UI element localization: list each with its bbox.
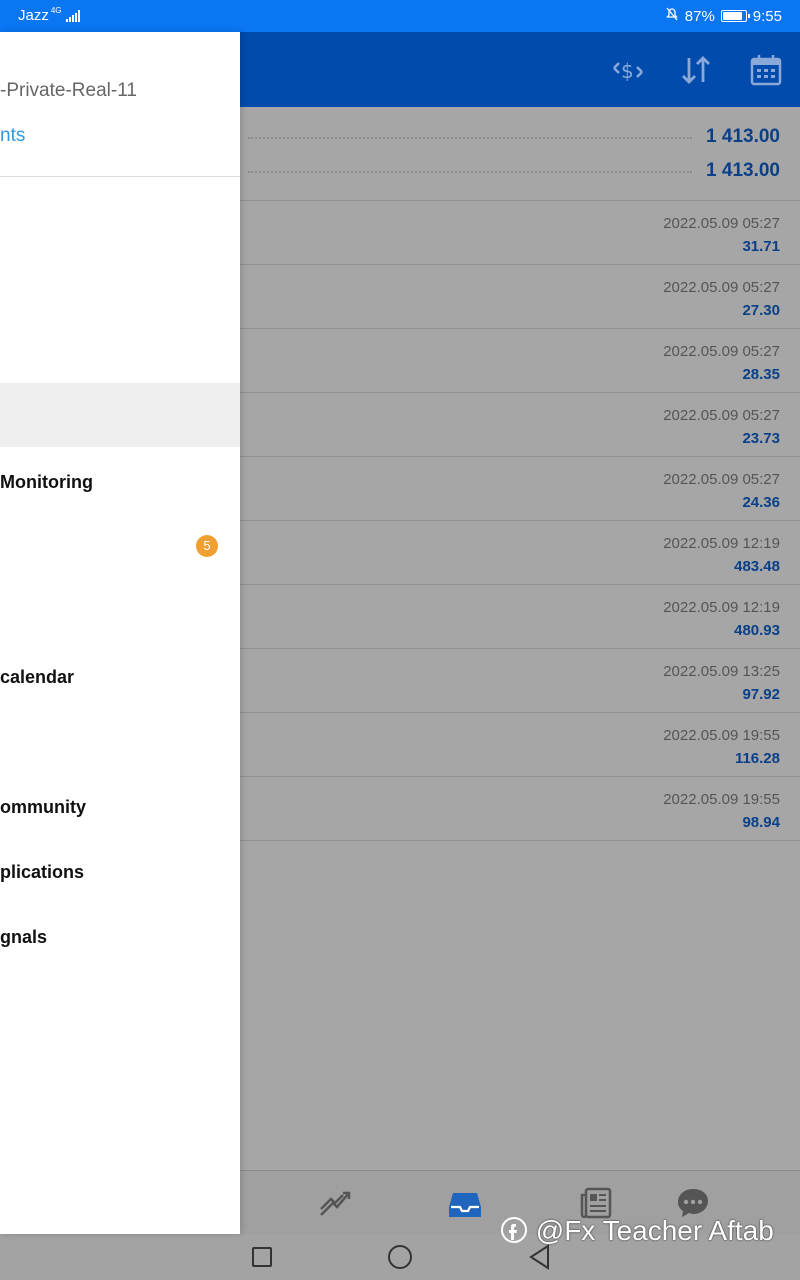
deal-profit: 28.35 [742, 366, 780, 383]
battery-icon [720, 10, 750, 22]
drawer-item-community[interactable]: ommunity [0, 797, 86, 818]
drawer-divider [0, 176, 240, 177]
deal-time: 2022.05.09 12:19 [663, 535, 780, 552]
drawer-item-economic-calendar[interactable]: calendar [0, 667, 74, 688]
deal-time: 2022.05.09 19:55 [663, 727, 780, 744]
history-tab-icon[interactable] [445, 1183, 485, 1223]
battery-percent: 87% [684, 7, 715, 25]
account-name: -Private-Real-11 [0, 80, 137, 101]
drawer-item-selected[interactable] [0, 383, 240, 447]
clock: 9:55 [752, 7, 782, 25]
deal-profit: 27.30 [742, 302, 780, 319]
balance-value: 1 413.00 [706, 126, 780, 147]
deal-profit: 31.71 [742, 238, 780, 255]
deal-time: 2022.05.09 13:25 [663, 663, 780, 680]
deal-time: 2022.05.09 05:27 [663, 279, 780, 296]
deal-time: 2022.05.09 05:27 [663, 407, 780, 424]
deal-time: 2022.05.09 05:27 [663, 471, 780, 488]
drawer-item-signals[interactable]: gnals [0, 927, 47, 948]
deal-profit: 97.92 [742, 686, 780, 703]
deal-profit: 98.94 [742, 814, 780, 831]
deal-profit: 480.93 [734, 622, 780, 639]
deal-time: 2022.05.09 19:55 [663, 791, 780, 808]
status-bar: Jazz 4G 87% 9:55 [0, 0, 800, 32]
calendar-icon[interactable] [748, 52, 784, 88]
back-button[interactable] [528, 1244, 552, 1275]
deal-profit: 116.28 [734, 750, 780, 767]
watermark-text: @Fx Teacher Aftab [535, 1215, 774, 1246]
signal-icon [65, 9, 80, 22]
navigation-drawer: -Private-Real-11 nts Monitoring 5 calend… [0, 32, 240, 1234]
watermark: @Fx Teacher Aftab [500, 1215, 774, 1247]
deal-profit: 23.73 [742, 430, 780, 447]
sort-icon[interactable] [678, 52, 714, 88]
manage-accounts-link[interactable]: nts [0, 125, 25, 147]
balance-value: 1 413.00 [706, 160, 780, 181]
recents-button[interactable] [252, 1247, 272, 1267]
drawer-item-monitoring[interactable]: Monitoring [0, 472, 93, 493]
deal-time: 2022.05.09 05:27 [663, 343, 780, 360]
chart-tab-icon[interactable] [315, 1183, 355, 1223]
deal-profit: 483.48 [734, 558, 780, 575]
deal-time: 2022.05.09 05:27 [663, 215, 780, 232]
network-type: 4G [50, 6, 62, 15]
deal-time: 2022.05.09 12:19 [663, 599, 780, 616]
carrier-label: Jazz [18, 7, 49, 24]
home-button[interactable] [388, 1245, 412, 1269]
facebook-icon [501, 1217, 527, 1243]
drawer-item-applications[interactable]: plications [0, 862, 84, 883]
trade-exchange-icon[interactable]: $ [610, 52, 646, 88]
notification-badge: 5 [196, 535, 218, 557]
mute-icon [665, 7, 679, 25]
deal-profit: 24.36 [742, 494, 780, 511]
svg-text:$: $ [621, 59, 634, 83]
